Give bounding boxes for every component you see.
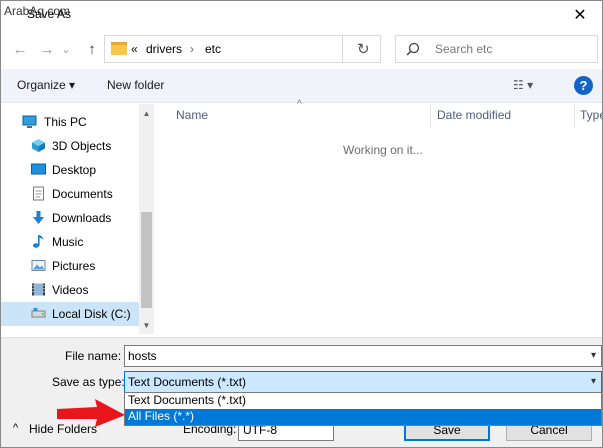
view-options-icon[interactable]: ☷ ▾ [513, 78, 533, 92]
desktop-icon [31, 163, 46, 175]
scrollbar-thumb[interactable] [141, 212, 152, 308]
sidebar-item-music[interactable]: Music [1, 230, 139, 254]
column-divider [574, 104, 575, 128]
search-placeholder: Search etc [435, 42, 493, 56]
sidebar-item-local-disk[interactable]: Local Disk (C:) [1, 302, 139, 326]
sidebar-item-desktop[interactable]: Desktop [1, 158, 139, 182]
column-divider [430, 104, 431, 128]
help-glyph: ? [579, 78, 588, 93]
loading-status: Working on it... [343, 143, 423, 157]
chevron-down-icon[interactable]: ▾ [591, 350, 596, 361]
sidebar-item-pictures[interactable]: Pictures [1, 254, 139, 278]
organize-menu[interactable]: Organize ▾ [17, 78, 75, 92]
forward-arrow-icon: → [39, 40, 55, 58]
downloads-icon [33, 211, 44, 224]
search-box[interactable]: Search etc [395, 35, 598, 63]
breadcrumb-drivers[interactable]: drivers [146, 42, 182, 56]
address-divider [342, 36, 343, 62]
column-header-date-modified[interactable]: Date modified [437, 108, 511, 122]
help-icon[interactable]: ? [574, 76, 593, 95]
save-as-type-label: Save as type: [52, 375, 125, 389]
search-icon [406, 42, 420, 56]
new-folder-button[interactable]: New folder [107, 78, 164, 92]
sidebar-item-label: Pictures [52, 259, 96, 273]
close-button[interactable]: ✕ [558, 1, 602, 29]
chevron-down-icon: ⌄ [61, 43, 71, 56]
scroll-up-arrow-icon[interactable]: ▲ [139, 106, 154, 121]
sidebar-item-label: Music [52, 235, 84, 249]
save-as-type-value: Text Documents (*.txt) [128, 375, 247, 389]
title-bar: Save As ArabAq.com ✕ [1, 1, 602, 29]
option-all-files[interactable]: All Files (*.*) [125, 409, 601, 425]
folder-icon [111, 42, 127, 55]
up-arrow-icon: ↑ [88, 40, 96, 58]
recent-locations-button[interactable]: ⌄ [59, 39, 73, 59]
chevron-up-icon[interactable]: ^ [13, 422, 18, 434]
up-button[interactable]: ↑ [81, 39, 103, 59]
sidebar-item-3d-objects[interactable]: 3D Objects [1, 134, 139, 158]
close-icon: ✕ [573, 7, 587, 24]
3d-objects-icon [32, 139, 45, 152]
file-list: ^ Name Date modified Type Working on it.… [154, 99, 602, 334]
this-pc-icon [22, 115, 37, 128]
breadcrumb-separator: › [190, 42, 194, 56]
sidebar-item-label: This PC [44, 115, 87, 129]
column-header-name[interactable]: Name [176, 108, 208, 122]
navigation-bar: ← → ⌄ ↑ « drivers › etc ↻ Search etc [1, 31, 602, 67]
chevron-down-icon[interactable]: ▾ [591, 376, 596, 387]
annotation-arrow-icon [57, 399, 125, 427]
address-bar[interactable]: « drivers › etc ↻ [104, 35, 381, 63]
sidebar-item-label: Downloads [52, 211, 112, 225]
file-name-field[interactable]: hosts ▾ [124, 345, 602, 367]
sidebar-item-label: Local Disk (C:) [52, 307, 131, 321]
scroll-down-arrow-icon[interactable]: ▼ [139, 318, 154, 333]
sidebar-item-downloads[interactable]: Downloads [1, 206, 139, 230]
sidebar-item-label: Videos [52, 283, 89, 297]
sidebar-item-label: Documents [52, 187, 113, 201]
save-as-dialog: Save As ArabAq.com ✕ ← → ⌄ ↑ « drivers ›… [0, 0, 603, 448]
back-button[interactable]: ← [9, 39, 31, 59]
videos-icon [32, 283, 45, 296]
refresh-icon[interactable]: ↻ [357, 40, 370, 58]
save-as-type-select[interactable]: Text Documents (*.txt) ▾ [124, 371, 602, 393]
navigation-pane: This PC 3D Objects Desktop Documents Dow… [1, 104, 154, 334]
back-arrow-icon: ← [12, 40, 28, 58]
column-header-type[interactable]: Type [580, 108, 602, 122]
pictures-icon [31, 260, 46, 271]
documents-icon [33, 186, 44, 201]
navigation-scrollbar[interactable]: ▲ ▼ [139, 104, 154, 334]
sidebar-item-documents[interactable]: Documents [1, 182, 139, 206]
file-name-value: hosts [128, 349, 157, 363]
sidebar-item-label: 3D Objects [52, 139, 112, 153]
file-name-label: File name: [65, 349, 122, 363]
sort-ascending-icon: ^ [297, 99, 302, 110]
breadcrumb-etc[interactable]: etc [205, 42, 221, 56]
forward-button[interactable]: → [36, 39, 58, 59]
sidebar-item-this-pc[interactable]: This PC [1, 110, 139, 134]
sidebar-item-videos[interactable]: Videos [1, 278, 139, 302]
option-text-documents[interactable]: Text Documents (*.txt) [125, 393, 601, 409]
local-disk-icon [31, 308, 46, 318]
breadcrumb-overflow[interactable]: « [131, 42, 138, 56]
sidebar-item-label: Desktop [52, 163, 97, 177]
watermark-text: ArabAq.com [4, 4, 71, 18]
music-icon [33, 235, 44, 248]
command-toolbar: Organize ▾ New folder ☷ ▾ ? [1, 69, 602, 103]
save-as-type-dropdown: Text Documents (*.txt) All Files (*.*) [124, 392, 602, 426]
